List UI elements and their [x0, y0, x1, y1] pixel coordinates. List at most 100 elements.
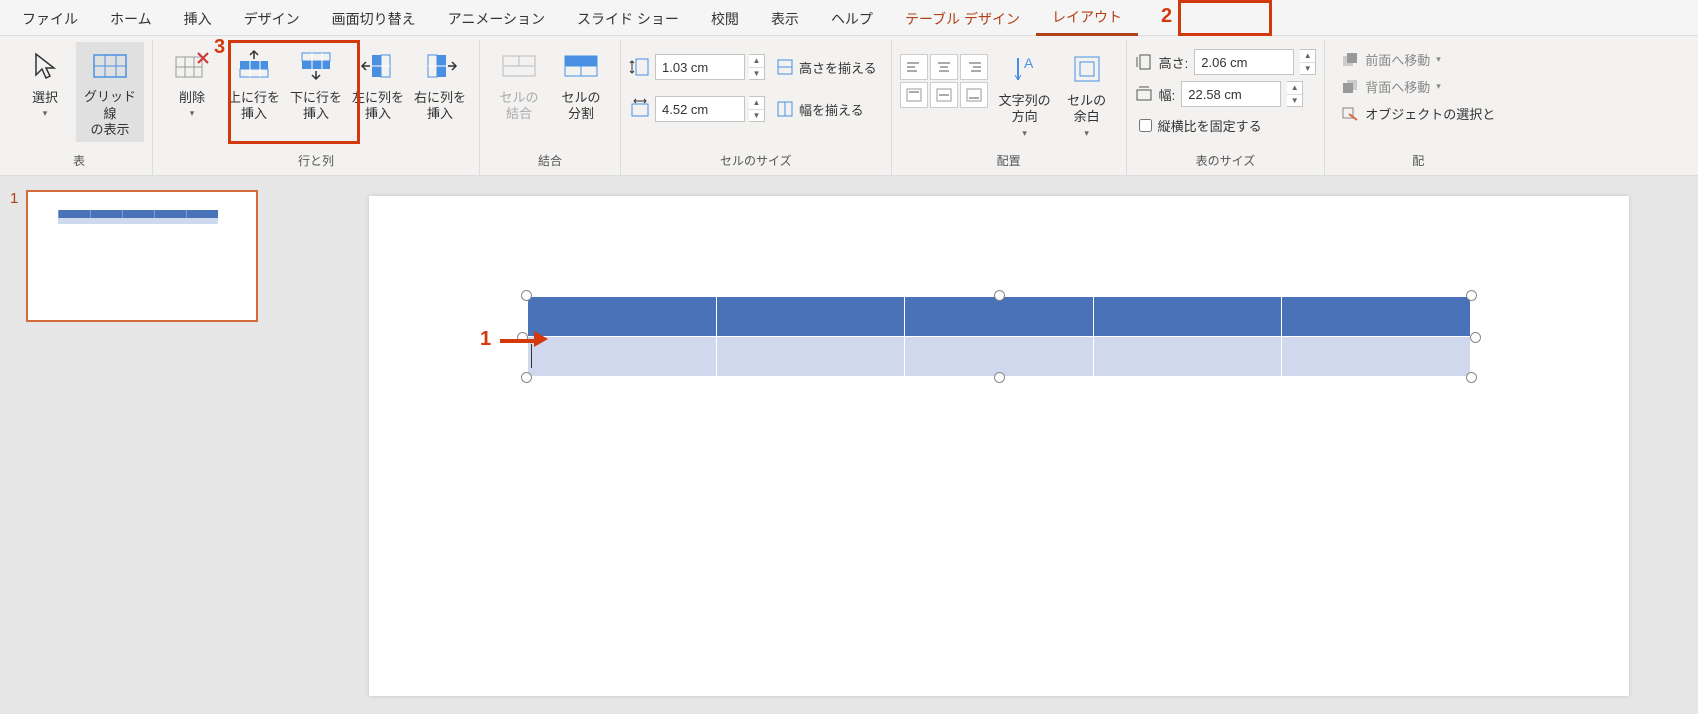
cursor-icon — [32, 46, 58, 86]
tab-transitions[interactable]: 画面切り替え — [316, 1, 432, 35]
selection-pane-icon — [1341, 106, 1359, 122]
table-width-input[interactable]: 22.58 cm — [1181, 81, 1281, 107]
tab-slideshow[interactable]: スライド ショー — [561, 1, 695, 35]
insert-col-right-button[interactable]: 右に列を 挿入 — [409, 42, 471, 142]
view-gridlines-button[interactable]: グリッド線 の表示 — [76, 42, 144, 142]
callout-1-arrow-line — [500, 339, 536, 343]
chevron-down-icon: ▾ — [190, 108, 195, 119]
merge-cells-button[interactable]: セルの 結合 — [488, 42, 550, 142]
chevron-down-icon: ▾ — [1022, 128, 1027, 139]
resize-handle-n[interactable] — [994, 290, 1005, 301]
distribute-cols-icon — [775, 100, 795, 118]
tab-design[interactable]: デザイン — [228, 1, 316, 35]
alignment-grid — [900, 54, 988, 136]
selection-pane-button[interactable]: オブジェクトの選択と — [1335, 102, 1501, 125]
insert-col-right-icon — [422, 46, 458, 86]
group-label-rows-cols: 行と列 — [161, 148, 471, 173]
svg-text:A: A — [1024, 55, 1034, 71]
tab-file[interactable]: ファイル — [6, 1, 94, 35]
group-label-table: 表 — [14, 148, 144, 173]
insert-row-above-icon — [236, 46, 272, 86]
tab-review[interactable]: 校閲 — [695, 1, 755, 35]
group-label-align: 配置 — [900, 148, 1118, 173]
insert-col-left-button[interactable]: 左に列を 挿入 — [347, 42, 409, 142]
send-backward-icon — [1341, 79, 1359, 95]
ribbon: 選択 ▾ グリッド線 の表示 表 削除 ▾ — [0, 36, 1698, 176]
group-table: 選択 ▾ グリッド線 の表示 表 — [6, 40, 153, 175]
slide-table[interactable] — [527, 296, 1471, 377]
thumb-table-preview — [58, 210, 218, 224]
table-width-spinner[interactable]: ▲▼ — [1287, 81, 1303, 107]
resize-handle-sw[interactable] — [521, 372, 532, 383]
slide-editor[interactable]: 1 — [300, 176, 1698, 714]
resize-handle-nw[interactable] — [521, 290, 532, 301]
width-icon — [1135, 85, 1153, 103]
width-label: 幅: — [1159, 85, 1176, 104]
resize-handle-s[interactable] — [994, 372, 1005, 383]
table-body-row[interactable] — [528, 337, 1471, 377]
insert-col-left-icon — [360, 46, 396, 86]
height-icon — [1135, 53, 1153, 71]
height-label: 高さ: — [1159, 53, 1189, 72]
insert-row-above-button[interactable]: 上に行を 挿入 — [223, 42, 285, 142]
table-height-spinner[interactable]: ▲▼ — [1300, 49, 1316, 75]
col-width-spinner[interactable]: ▲▼ — [749, 96, 765, 122]
align-middle-center[interactable] — [930, 82, 958, 108]
group-table-size: 高さ: 2.06 cm ▲▼ 幅: 22.58 cm ▲▼ 縦横比を固定する 表… — [1127, 40, 1326, 175]
align-middle-right[interactable] — [960, 82, 988, 108]
slide-canvas[interactable] — [369, 196, 1629, 696]
row-height-spinner[interactable]: ▲▼ — [749, 54, 765, 80]
tab-layout[interactable]: レイアウト — [1036, 0, 1138, 36]
group-label-table-size: 表のサイズ — [1135, 148, 1317, 173]
col-width-icon — [629, 98, 651, 120]
align-middle-left[interactable] — [900, 82, 928, 108]
distribute-cols-button[interactable]: 幅を揃える — [769, 96, 870, 123]
workspace: 1 — [0, 176, 1698, 714]
table-header-row[interactable] — [528, 297, 1471, 337]
callout-2: 2 — [1161, 5, 1172, 28]
text-direction-button[interactable]: A 文字列の 方向 ▾ — [994, 45, 1056, 145]
tab-home[interactable]: ホーム — [94, 1, 168, 35]
merge-cells-icon — [501, 46, 537, 86]
lock-aspect-checkbox[interactable]: 縦横比を固定する — [1135, 112, 1266, 139]
bring-forward-button[interactable]: 前面へ移動 ▾ — [1335, 48, 1447, 71]
callout-1: 1 — [480, 328, 491, 351]
callout-1-arrow-head — [534, 331, 548, 347]
split-cells-icon — [563, 46, 599, 86]
table-height-input[interactable]: 2.06 cm — [1194, 49, 1294, 75]
slide-thumbnail-1[interactable] — [26, 190, 258, 322]
group-cell-size: 1.03 cm ▲▼ 高さを揃える 4.52 cm ▲▼ — [621, 40, 892, 175]
chevron-down-icon: ▾ — [1084, 128, 1089, 139]
row-height-input[interactable]: 1.03 cm — [655, 54, 745, 80]
cell-margin-button[interactable]: セルの 余白 ▾ — [1056, 45, 1118, 145]
align-top-center[interactable] — [930, 54, 958, 80]
thumbnail-pane: 1 — [0, 176, 300, 714]
resize-handle-e[interactable] — [1470, 332, 1481, 343]
chevron-down-icon: ▾ — [43, 108, 48, 119]
group-label-merge: 結合 — [488, 148, 612, 173]
delete-table-icon — [174, 46, 210, 86]
cell-margin-icon — [1072, 49, 1102, 89]
group-label-cell-size: セルのサイズ — [629, 148, 883, 173]
tab-table-design[interactable]: テーブル デザイン — [889, 1, 1036, 35]
send-backward-button[interactable]: 背面へ移動 ▾ — [1335, 75, 1447, 98]
group-arrange: 前面へ移動 ▾ 背面へ移動 ▾ オブジェクトの選択と 配 — [1325, 40, 1511, 175]
insert-row-below-button[interactable]: 下に行を 挿入 — [285, 42, 347, 142]
resize-handle-ne[interactable] — [1466, 290, 1477, 301]
tab-insert[interactable]: 挿入 — [168, 1, 228, 35]
slide-table-object[interactable] — [527, 296, 1471, 377]
group-merge: セルの 結合 セルの 分割 結合 — [480, 40, 621, 175]
select-button[interactable]: 選択 ▾ — [14, 42, 76, 142]
tab-view[interactable]: 表示 — [755, 1, 815, 35]
row-height-icon — [629, 56, 651, 78]
distribute-rows-icon — [775, 58, 795, 76]
tab-animations[interactable]: アニメーション — [432, 1, 561, 35]
distribute-rows-button[interactable]: 高さを揃える — [769, 54, 883, 81]
align-top-left[interactable] — [900, 54, 928, 80]
col-width-input[interactable]: 4.52 cm — [655, 96, 745, 122]
thumbnail-number: 1 — [10, 190, 18, 322]
tab-help[interactable]: ヘルプ — [815, 1, 889, 35]
resize-handle-se[interactable] — [1466, 372, 1477, 383]
split-cells-button[interactable]: セルの 分割 — [550, 42, 612, 142]
align-top-right[interactable] — [960, 54, 988, 80]
